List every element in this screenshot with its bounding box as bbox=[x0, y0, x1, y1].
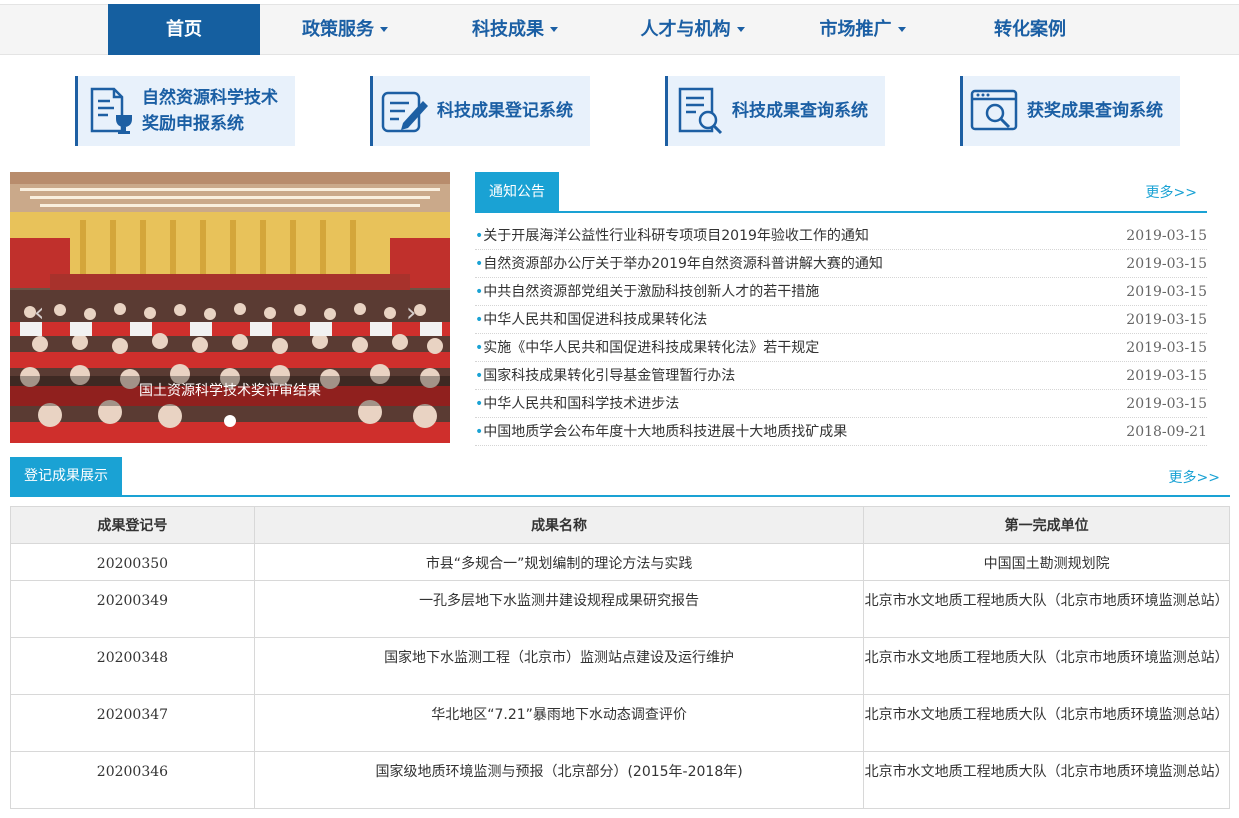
nav-label: 首页 bbox=[166, 19, 202, 40]
image-carousel[interactable]: ‹ › 国土资源科学技术奖评审结果 bbox=[10, 172, 450, 443]
notice-date: 2019-03-15 bbox=[1126, 396, 1207, 412]
list-item[interactable]: •国家科技成果转化引导基金管理暂行办法 2019-03-15 bbox=[475, 362, 1207, 390]
result-name-link[interactable]: 国家地下水监测工程（北京市）监测站点建设及运行维护 bbox=[253, 637, 865, 695]
chevron-down-icon bbox=[550, 26, 558, 32]
list-item[interactable]: •中共自然资源部党组关于激励科技创新人才的若干措施 2019-03-15 bbox=[475, 278, 1207, 306]
chevron-down-icon bbox=[897, 26, 906, 32]
notice-date: 2019-03-15 bbox=[1126, 284, 1207, 300]
nav-item-policy[interactable]: 政策服务 bbox=[260, 5, 430, 54]
notice-date: 2019-03-15 bbox=[1126, 256, 1207, 272]
chevron-down-icon bbox=[736, 26, 745, 32]
table-row[interactable]: 20200350 市县“多规合一”规划编制的理论方法与实践 中国国土勘测规划院 bbox=[10, 543, 1230, 581]
list-item[interactable]: •实施《中华人民共和国促进科技成果转化法》若干规定 2019-03-15 bbox=[475, 334, 1207, 362]
list-item[interactable]: •中华人民共和国科学技术进步法 2019-03-15 bbox=[475, 390, 1207, 418]
notice-date: 2018-09-21 bbox=[1126, 424, 1207, 440]
search-document-icon bbox=[678, 87, 723, 135]
chevron-down-icon bbox=[380, 26, 388, 32]
results-section-header: 登记成果展示 更多>> bbox=[10, 457, 1230, 497]
edit-document-icon bbox=[381, 91, 428, 133]
table-header-row: 成果登记号 成果名称 第一完成单位 bbox=[10, 506, 1230, 544]
nav-item-market[interactable]: 市场推广 bbox=[785, 5, 940, 54]
carousel-caption[interactable]: 国土资源科学技术奖评审结果 bbox=[10, 376, 450, 406]
unit-name: 中国国土勘测规划院 bbox=[863, 543, 1230, 581]
carousel-prev-icon[interactable]: ‹ bbox=[34, 298, 44, 328]
results-table: 成果登记号 成果名称 第一完成单位 20200350 市县“多规合一”规划编制的… bbox=[10, 506, 1230, 809]
column-header: 成果登记号 bbox=[10, 506, 255, 544]
result-name-link[interactable]: 华北地区“7.21”暴雨地下水动态调查评价 bbox=[253, 694, 865, 752]
nav-item-achievements[interactable]: 科技成果 bbox=[430, 5, 600, 54]
system-link-query[interactable]: 科技成果查询系统 bbox=[665, 76, 885, 146]
unit-name: 北京市水文地质工程地质大队（北京市地质环境监测总站） bbox=[863, 580, 1230, 638]
carousel-indicator-dot[interactable] bbox=[224, 415, 236, 427]
list-item[interactable]: •中国地质学会公布年度十大地质科技进展十大地质找矿成果 2018-09-21 bbox=[475, 418, 1207, 446]
system-label: 获奖成果查询系统 bbox=[1027, 101, 1163, 121]
registration-number: 20200348 bbox=[10, 637, 255, 695]
system-link-registration[interactable]: 科技成果登记系统 bbox=[370, 76, 590, 146]
unit-name: 北京市水文地质工程地质大队（北京市地质环境监测总站） bbox=[863, 637, 1230, 695]
table-row[interactable]: 20200347 华北地区“7.21”暴雨地下水动态调查评价 北京市水文地质工程… bbox=[10, 694, 1230, 752]
system-label: 自然资源科学技术奖励申报系统 bbox=[142, 88, 278, 134]
list-item[interactable]: •中华人民共和国促进科技成果转化法 2019-03-15 bbox=[475, 306, 1207, 334]
system-link-award-application[interactable]: 自然资源科学技术奖励申报系统 bbox=[75, 76, 295, 146]
nav-label: 人才与机构 bbox=[640, 19, 731, 40]
award-document-icon bbox=[90, 87, 132, 134]
nav-item-talent[interactable]: 人才与机构 bbox=[600, 5, 785, 54]
system-link-award-query[interactable]: 获奖成果查询系统 bbox=[960, 76, 1180, 146]
notice-link[interactable]: 国家科技成果转化引导基金管理暂行办法 bbox=[483, 368, 735, 384]
notice-list: •关于开展海洋公益性行业科研专项项目2019年验收工作的通知 2019-03-15… bbox=[475, 222, 1207, 446]
registration-number: 20200350 bbox=[10, 543, 255, 581]
nav-item-home[interactable]: 首页 bbox=[108, 4, 260, 55]
notice-title: 通知公告 bbox=[475, 172, 559, 212]
notice-date: 2019-03-15 bbox=[1126, 368, 1207, 384]
notice-link[interactable]: 中华人民共和国科学技术进步法 bbox=[483, 396, 679, 412]
system-label: 科技成果登记系统 bbox=[437, 101, 573, 121]
notice-link[interactable]: 关于开展海洋公益性行业科研专项项目2019年验收工作的通知 bbox=[483, 228, 869, 244]
results-more-link[interactable]: 更多>> bbox=[1169, 467, 1220, 487]
notice-link[interactable]: 实施《中华人民共和国促进科技成果转化法》若干规定 bbox=[483, 340, 819, 356]
table-row[interactable]: 20200349 一孔多层地下水监测井建设规程成果研究报告 北京市水文地质工程地… bbox=[10, 580, 1230, 638]
column-header: 第一完成单位 bbox=[863, 506, 1230, 544]
notice-link[interactable]: 中国地质学会公布年度十大地质科技进展十大地质找矿成果 bbox=[483, 424, 847, 440]
notice-link[interactable]: 中华人民共和国促进科技成果转化法 bbox=[483, 312, 707, 328]
column-header: 成果名称 bbox=[253, 506, 865, 544]
notice-link[interactable]: 中共自然资源部党组关于激励科技创新人才的若干措施 bbox=[483, 284, 819, 300]
unit-name: 北京市水文地质工程地质大队（北京市地质环境监测总站） bbox=[863, 751, 1230, 809]
main-nav: 首页 政策服务 科技成果 人才与机构 市场推广 转化案例 bbox=[0, 4, 1239, 55]
nav-label: 政策服务 bbox=[302, 19, 374, 40]
unit-name: 北京市水文地质工程地质大队（北京市地质环境监测总站） bbox=[863, 694, 1230, 752]
notice-date: 2019-03-15 bbox=[1126, 340, 1207, 356]
carousel-next-icon[interactable]: › bbox=[406, 298, 416, 328]
list-item[interactable]: •自然资源部办公厅关于举办2019年自然资源科普讲解大赛的通知 2019-03-1… bbox=[475, 250, 1207, 278]
results-title: 登记成果展示 bbox=[10, 457, 122, 496]
table-row[interactable]: 20200346 国家级地质环境监测与预报（北京部分）(2015年-2018年)… bbox=[10, 751, 1230, 809]
registration-number: 20200346 bbox=[10, 751, 255, 809]
browser-search-icon bbox=[970, 89, 1018, 131]
notice-section-header: 通知公告 更多>> bbox=[475, 172, 1207, 213]
notice-date: 2019-03-15 bbox=[1126, 228, 1207, 244]
table-row[interactable]: 20200348 国家地下水监测工程（北京市）监测站点建设及运行维护 北京市水文… bbox=[10, 637, 1230, 695]
notice-more-link[interactable]: 更多>> bbox=[1146, 182, 1197, 202]
notice-date: 2019-03-15 bbox=[1126, 312, 1207, 328]
registration-number: 20200347 bbox=[10, 694, 255, 752]
notice-link[interactable]: 自然资源部办公厅关于举办2019年自然资源科普讲解大赛的通知 bbox=[483, 256, 883, 272]
nav-label: 市场推广 bbox=[819, 19, 892, 40]
result-name-link[interactable]: 国家级地质环境监测与预报（北京部分）(2015年-2018年) bbox=[253, 751, 865, 809]
nav-item-cases[interactable]: 转化案例 bbox=[950, 5, 1110, 54]
list-item[interactable]: •关于开展海洋公益性行业科研专项项目2019年验收工作的通知 2019-03-15 bbox=[475, 222, 1207, 250]
result-name-link[interactable]: 一孔多层地下水监测井建设规程成果研究报告 bbox=[253, 580, 865, 638]
registration-number: 20200349 bbox=[10, 580, 255, 638]
results-table-container: 成果登记号 成果名称 第一完成单位 20200350 市县“多规合一”规划编制的… bbox=[10, 506, 1230, 809]
nav-label: 转化案例 bbox=[994, 19, 1066, 40]
system-label: 科技成果查询系统 bbox=[732, 101, 868, 121]
nav-label: 科技成果 bbox=[472, 19, 544, 40]
result-name-link[interactable]: 市县“多规合一”规划编制的理论方法与实践 bbox=[253, 543, 865, 581]
